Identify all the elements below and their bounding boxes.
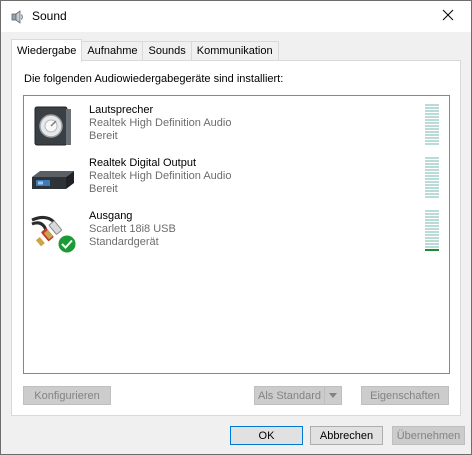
close-button[interactable] xyxy=(425,1,471,32)
meter-segment xyxy=(425,237,439,239)
level-meter xyxy=(425,104,439,146)
tab-aufnahme[interactable]: Aufnahme xyxy=(81,41,144,62)
tab-sounds[interactable]: Sounds xyxy=(142,41,192,62)
meter-segment xyxy=(425,231,439,233)
meter-segment xyxy=(425,240,439,242)
meter-segment xyxy=(425,128,439,130)
meter-segment xyxy=(425,216,439,218)
speaker-icon xyxy=(28,104,76,152)
meter-segment xyxy=(425,175,439,177)
chevron-down-icon[interactable] xyxy=(324,387,341,404)
meter-segment xyxy=(425,157,439,159)
panel-heading: Die folgenden Audiowiedergabegeräte sind… xyxy=(24,73,284,85)
tab-strip: Wiedergabe Aufnahme Sounds Kommunikation xyxy=(11,39,279,62)
meter-segment xyxy=(425,131,439,133)
meter-segment xyxy=(425,116,439,118)
device-name: Ausgang xyxy=(89,210,133,222)
device-item-digital-output[interactable]: Realtek Digital Output Realtek High Defi… xyxy=(24,155,449,207)
meter-segment xyxy=(425,143,439,145)
meter-segment xyxy=(425,166,439,168)
tab-kommunikation[interactable]: Kommunikation xyxy=(190,41,279,62)
meter-segment xyxy=(425,119,439,121)
default-check-icon xyxy=(57,234,77,254)
meter-segment xyxy=(425,163,439,165)
configure-button[interactable]: Konfigurieren xyxy=(23,386,111,405)
meter-segment xyxy=(425,222,439,224)
ok-button[interactable]: OK xyxy=(230,426,303,445)
set-default-label: Als Standard xyxy=(258,390,321,402)
level-meter xyxy=(425,157,439,199)
tab-panel: Die folgenden Audiowiedergabegeräte sind… xyxy=(11,60,461,416)
device-description: Realtek High Definition Audio xyxy=(89,117,232,129)
device-list[interactable]: Lautsprecher Realtek High Definition Aud… xyxy=(23,95,450,374)
meter-segment xyxy=(425,243,439,245)
meter-segment xyxy=(425,110,439,112)
title-bar[interactable]: Sound xyxy=(1,1,471,32)
meter-segment xyxy=(425,210,439,212)
meter-segment xyxy=(425,113,439,115)
sound-dialog: Sound Wiedergabe Aufnahme Sounds Kommuni… xyxy=(0,0,472,455)
device-status: Bereit xyxy=(89,130,118,142)
meter-segment xyxy=(425,122,439,124)
device-status: Bereit xyxy=(89,183,118,195)
meter-segment xyxy=(425,190,439,192)
meter-segment xyxy=(425,134,439,136)
meter-segment xyxy=(425,225,439,227)
tab-wiedergabe[interactable]: Wiedergabe xyxy=(11,39,83,62)
meter-segment xyxy=(425,181,439,183)
meter-segment xyxy=(425,104,439,106)
meter-segment xyxy=(425,193,439,195)
window-title: Sound xyxy=(32,9,67,23)
meter-segment xyxy=(425,187,439,189)
cancel-button[interactable]: Abbrechen xyxy=(310,426,383,445)
meter-segment xyxy=(425,137,439,139)
set-default-dropdown[interactable]: Als Standard xyxy=(254,386,342,405)
apply-button[interactable]: Übernehmen xyxy=(392,426,465,445)
meter-segment xyxy=(425,234,439,236)
close-icon xyxy=(442,9,454,24)
meter-segment xyxy=(425,140,439,142)
digital-output-icon xyxy=(28,157,76,205)
device-description: Scarlett 18i8 USB xyxy=(89,223,176,235)
meter-segment xyxy=(425,213,439,215)
meter-segment xyxy=(425,219,439,221)
level-meter xyxy=(425,210,439,252)
device-item-lautsprecher[interactable]: Lautsprecher Realtek High Definition Aud… xyxy=(24,102,449,154)
meter-segment xyxy=(425,184,439,186)
dialog-body: Wiedergabe Aufnahme Sounds Kommunikation… xyxy=(1,32,471,454)
device-name: Realtek Digital Output xyxy=(89,157,196,169)
meter-segment xyxy=(425,107,439,109)
speaker-icon xyxy=(10,9,26,25)
device-name: Lautsprecher xyxy=(89,104,154,116)
meter-segment xyxy=(425,178,439,180)
meter-segment xyxy=(425,196,439,198)
properties-button[interactable]: Eigenschaften xyxy=(361,386,449,405)
meter-segment xyxy=(425,169,439,171)
meter-segment xyxy=(425,249,439,251)
device-item-ausgang[interactable]: Ausgang Scarlett 18i8 USB Standardgerät xyxy=(24,208,449,260)
meter-segment xyxy=(425,172,439,174)
meter-segment xyxy=(425,246,439,248)
meter-segment xyxy=(425,125,439,127)
meter-segment xyxy=(425,160,439,162)
device-status: Standardgerät xyxy=(89,236,159,248)
meter-segment xyxy=(425,228,439,230)
device-description: Realtek High Definition Audio xyxy=(89,170,232,182)
